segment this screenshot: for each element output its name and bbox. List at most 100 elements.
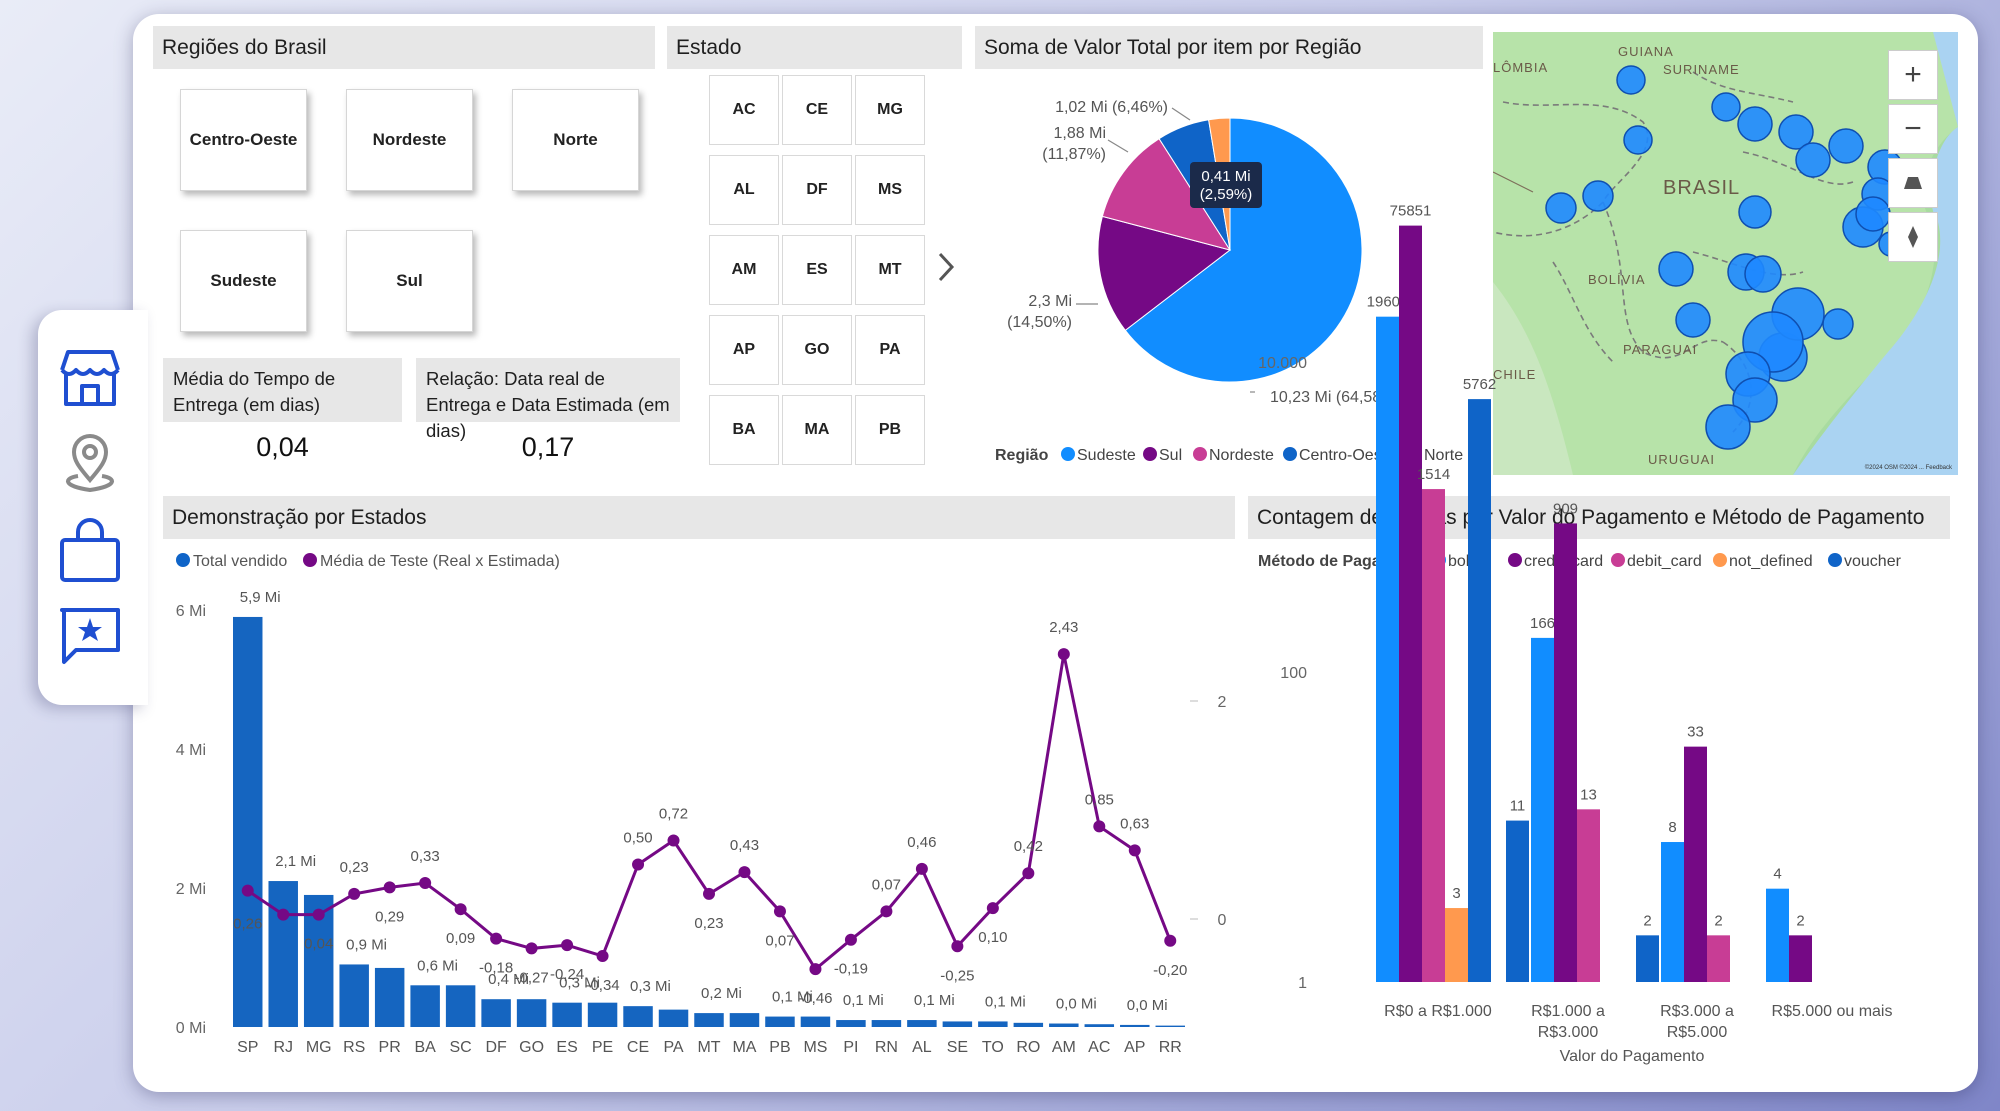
estados-bar-label: 0,9 Mi	[346, 936, 387, 953]
estados-y2-tick: 2	[1218, 694, 1227, 711]
estados-bar-rs	[339, 964, 369, 1027]
estados-line-point-sc	[454, 903, 467, 916]
estados-line-label: 0,23	[694, 915, 723, 932]
estados-line-label: 0,46	[907, 834, 936, 851]
estados-line-label: -0,19	[834, 961, 868, 978]
pag-bar-label: 1514	[1417, 466, 1450, 483]
estados-y-tick: 4 Mi	[176, 742, 206, 759]
estados-x-label: ES	[556, 1039, 577, 1056]
estados-line-point-ro	[1022, 867, 1035, 880]
pie-label-nordeste: 1,88 Mi	[1054, 125, 1106, 142]
estados-bar-sc	[445, 985, 476, 1027]
estados-bar-pi	[836, 1020, 866, 1027]
estados-legend-marker	[303, 553, 317, 567]
estados-x-label: TO	[982, 1039, 1004, 1056]
pag-legend-marker	[1713, 553, 1727, 567]
estados-x-label: PA	[663, 1039, 683, 1056]
estados-line-label: 0,29	[375, 908, 404, 925]
pag-bar-boleto	[1661, 842, 1684, 982]
pag-bar-label: 13	[1580, 786, 1597, 803]
pie-label-sul: 2,3 Mi	[1028, 293, 1072, 310]
estados-x-label: CE	[627, 1039, 649, 1056]
pag-bar-voucher	[1506, 820, 1529, 982]
estados-x-label: GO	[519, 1039, 544, 1056]
estados-line-label: 0,04	[304, 936, 333, 953]
pag-bar-credit-card	[1789, 935, 1812, 982]
estados-bar-to	[978, 1021, 1008, 1027]
estados-bar-rn	[871, 1020, 902, 1027]
estados-legend-media: Média de Teste (Real x Estimada)	[320, 553, 560, 570]
estados-line-point-pe	[596, 950, 609, 963]
estados-x-label: AC	[1088, 1039, 1110, 1056]
charts-canvas: 10,23 Mi (64,58%)2,3 Mi(14,50%)1,88 Mi(1…	[176, 99, 1902, 1065]
estados-line-point-ce	[632, 858, 645, 871]
estados-x-label: DF	[485, 1039, 507, 1056]
estados-line-label: 0,72	[659, 806, 688, 823]
pag-bar-credit-card	[1554, 523, 1577, 982]
estados-line-point-mg	[312, 908, 325, 921]
estados-x-label: BA	[414, 1039, 436, 1056]
estados-line-point-al	[915, 862, 928, 875]
pag-y-tick: 1	[1298, 975, 1307, 992]
estados-line-point-rj	[277, 908, 290, 921]
pie-legend-nordeste: Nordeste	[1209, 447, 1274, 464]
pag-bar-label: 11	[1510, 798, 1526, 815]
pag-legend-voucher: voucher	[1844, 553, 1902, 570]
estados-x-label: AL	[912, 1039, 932, 1056]
estados-line-label: 0,42	[1014, 838, 1043, 855]
pag-x-label: R$5.000 ou mais	[1772, 1003, 1893, 1020]
estados-bar-am	[1049, 1023, 1079, 1027]
estados-x-label: PI	[843, 1039, 858, 1056]
estados-bar-ba	[410, 985, 440, 1027]
estados-line-point-pr	[383, 881, 396, 894]
estados-bar-df	[481, 999, 511, 1027]
estados-x-label: RO	[1016, 1039, 1040, 1056]
pag-bar-label: 2	[1714, 912, 1722, 929]
pag-bar-boleto	[1531, 637, 1554, 982]
estados-x-label: RJ	[273, 1039, 293, 1056]
estados-line-label: 2,43	[1049, 619, 1078, 636]
estados-bar-ac	[1084, 1024, 1115, 1027]
estados-x-label: PR	[379, 1039, 401, 1056]
estados-legend-marker	[176, 553, 190, 567]
pag-bar-label: 2	[1643, 912, 1651, 929]
estados-line-label: 0,43	[730, 837, 759, 854]
estados-bar-label: 0,1 Mi	[914, 992, 955, 1009]
estados-bar-label: 5,9 Mi	[240, 589, 281, 606]
estados-bar-ro	[1013, 1022, 1044, 1027]
pag-y-tick: 100	[1280, 665, 1307, 682]
pag-x-label: R$1.000 a	[1531, 1003, 1605, 1020]
pie-legend-marker	[1143, 447, 1157, 461]
estados-line-point-go	[525, 942, 538, 955]
pie-legend-marker	[1283, 447, 1297, 461]
estados-line-point-mt	[703, 887, 715, 900]
estados-line-label: 0,33	[411, 848, 440, 865]
estados-line-label: -0,27	[514, 969, 548, 986]
pag-bar-label: 2	[1796, 912, 1804, 929]
estados-bar-ms	[800, 1016, 831, 1027]
pie-legend-norte: Norte	[1424, 447, 1463, 464]
pag-bar-not-defined	[1445, 908, 1468, 982]
pag-bar-label: 8	[1668, 819, 1676, 836]
pie-leader-line	[1107, 139, 1129, 153]
pie-legend-sul: Sul	[1159, 447, 1182, 464]
estados-x-label: SP	[237, 1039, 258, 1056]
estados-bar-label: 0,2 Mi	[701, 985, 742, 1002]
estados-bar-go	[516, 999, 547, 1027]
estados-x-label: AM	[1052, 1039, 1076, 1056]
pag-bar-voucher	[1468, 399, 1491, 982]
pag-x-axis-title: Valor do Pagamento	[1560, 1048, 1705, 1065]
estados-line-point-ac	[1093, 820, 1106, 833]
estados-line-point-ba	[419, 877, 432, 890]
estados-line-label: 0,23	[340, 859, 369, 876]
estados-line-label: -0,24	[550, 966, 584, 983]
estados-line-point-pa	[667, 834, 680, 847]
estados-bar-ap	[1120, 1024, 1150, 1027]
estados-bar-pb	[765, 1016, 795, 1027]
pag-y-tick: 10.000	[1258, 355, 1307, 372]
estados-x-label: RN	[875, 1039, 898, 1056]
pie-leader-line	[1171, 107, 1191, 121]
estados-y-tick: 0 Mi	[176, 1020, 206, 1037]
estados-line-point-pi	[844, 933, 857, 946]
estados-bar-se	[942, 1021, 973, 1027]
